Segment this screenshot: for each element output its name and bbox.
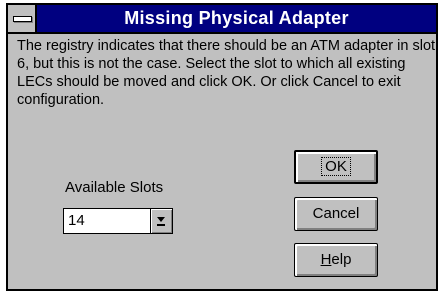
- help-button-mnemonic: H: [320, 251, 332, 268]
- cancel-button[interactable]: Cancel: [294, 197, 378, 231]
- available-slots-dropdown[interactable]: 14: [63, 208, 173, 234]
- selected-slot-value: 14: [68, 212, 85, 229]
- available-slots-label: Available Slots: [65, 179, 164, 196]
- system-menu-icon[interactable]: [8, 5, 37, 32]
- help-button[interactable]: Help: [294, 243, 378, 277]
- dialog-title: Missing Physical Adapter: [124, 8, 349, 28]
- title-bar: Missing Physical Adapter: [8, 5, 436, 34]
- ok-button[interactable]: OK: [294, 150, 378, 184]
- missing-adapter-dialog: Missing Physical Adapter The registry in…: [6, 3, 438, 291]
- dropdown-arrow-icon[interactable]: [150, 209, 172, 233]
- ok-button-label: OK: [321, 157, 351, 176]
- message-text: The registry indicates that there should…: [17, 38, 436, 108]
- cancel-button-label: Cancel: [312, 205, 360, 222]
- help-button-label: elp: [331, 251, 352, 268]
